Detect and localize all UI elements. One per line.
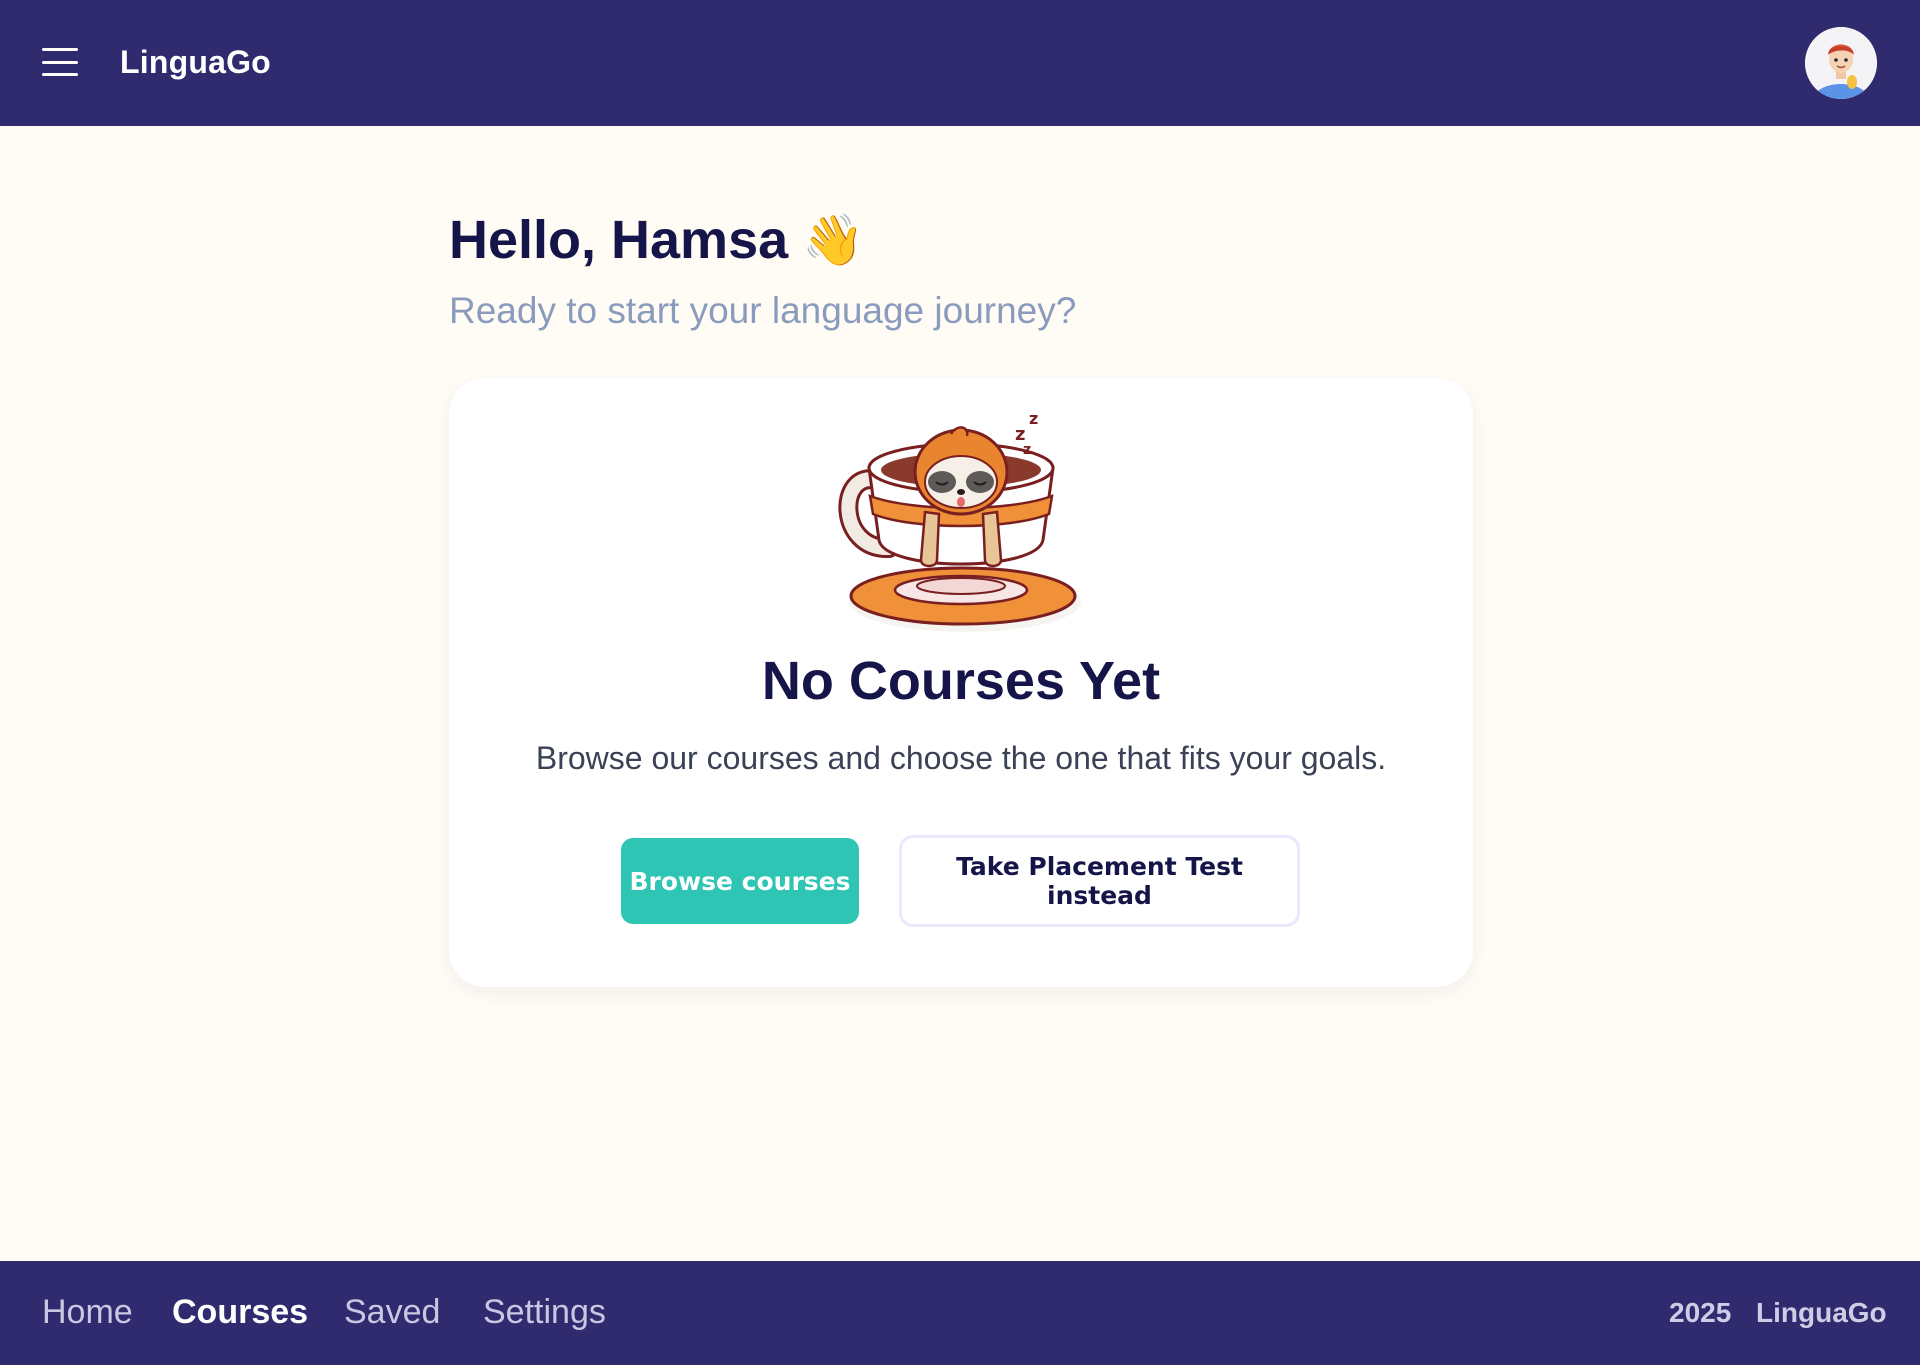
svg-text:z: z — [1023, 442, 1031, 458]
greeting-text: Hello, Hamsa — [449, 210, 789, 270]
app-brand: LinguaGo — [120, 44, 271, 80]
nav-item-saved[interactable]: Saved — [344, 1293, 440, 1332]
greeting-subtitle: Ready to start your language journey? — [449, 290, 1077, 331]
bottom-nav-bar: Home Courses Saved Settings 2025 LinguaG… — [0, 1261, 1920, 1365]
greeting-heading: Hello, Hamsa 👋 — [449, 200, 1473, 280]
avatar-illustration-icon — [1805, 27, 1877, 99]
sleeping-sloth-in-cup-icon: z z z — [838, 409, 1081, 632]
nav-item-settings[interactable]: Settings — [483, 1293, 606, 1332]
nav-item-home[interactable]: Home — [42, 1293, 133, 1332]
top-app-bar: LinguaGo — [0, 0, 1920, 126]
footer-year: 2025 — [1669, 1297, 1732, 1328]
user-avatar[interactable] — [1805, 27, 1877, 99]
svg-text:z: z — [1029, 409, 1038, 428]
browse-courses-button[interactable]: Browse courses — [621, 838, 859, 924]
placement-test-button[interactable]: Take Placement Test instead — [899, 835, 1300, 927]
nav-item-courses[interactable]: Courses — [172, 1293, 308, 1332]
empty-state-title: No Courses Yet — [761, 651, 1161, 711]
empty-state-description: Browse our courses and choose the one th… — [535, 740, 1387, 776]
empty-state-card: z z z No Courses Yet Browse our courses … — [449, 378, 1473, 987]
hamburger-menu-icon[interactable] — [42, 48, 78, 76]
waving-hand-icon: 👋 — [802, 212, 865, 268]
footer-brand: LinguaGo — [1756, 1297, 1887, 1328]
main-content: Hello, Hamsa 👋 Ready to start your langu… — [449, 200, 1473, 987]
